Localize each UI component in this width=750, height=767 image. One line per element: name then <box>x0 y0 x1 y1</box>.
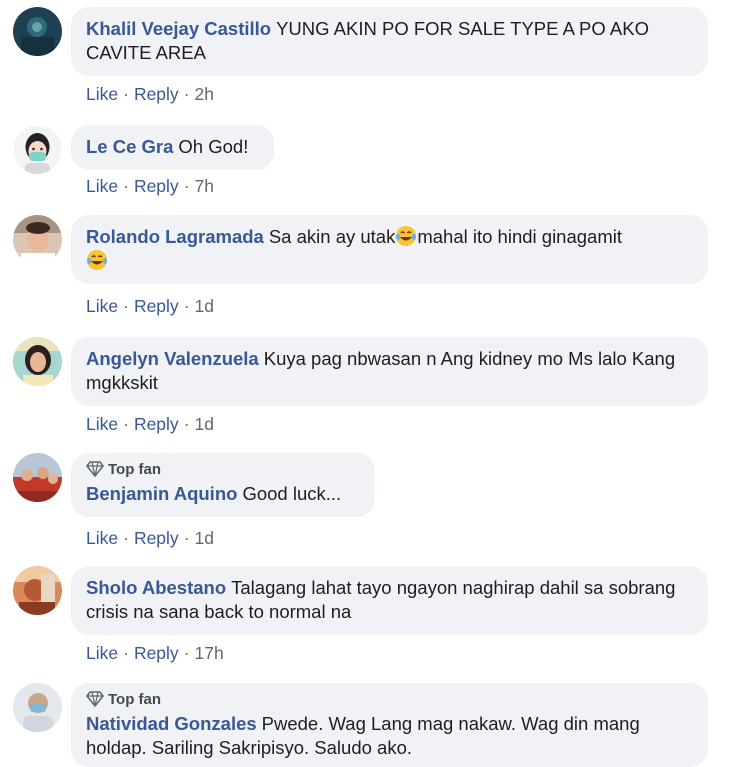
timestamp[interactable]: 17h <box>195 643 224 663</box>
timestamp[interactable]: 1d <box>195 528 214 548</box>
separator: · <box>183 84 190 104</box>
separator: · <box>123 296 129 316</box>
avatar[interactable] <box>13 683 62 732</box>
reply-button[interactable]: Reply <box>134 528 179 548</box>
comment-bubble: Rolando Lagramada Sa akin ay utak mahal it… <box>71 215 708 284</box>
timestamp[interactable]: 7h <box>195 176 214 196</box>
comment-text: Good luck... <box>242 483 342 504</box>
like-button[interactable]: Like <box>86 414 118 434</box>
comment-author[interactable]: Rolando Lagramada <box>86 226 264 247</box>
separator: · <box>123 528 129 548</box>
comment-author[interactable]: Angelyn Valenzuela <box>86 348 259 369</box>
comment-text-continued: mahal ito hindi ginagamit <box>417 226 622 247</box>
separator: · <box>183 414 190 434</box>
like-button[interactable]: Like <box>86 296 118 316</box>
comment-actions: Like · Reply · 7h <box>86 176 214 196</box>
avatar[interactable] <box>13 337 62 386</box>
reply-button[interactable]: Reply <box>134 643 179 663</box>
comment-text: Sa akin ay utak <box>268 226 396 247</box>
reply-button[interactable]: Reply <box>134 296 179 316</box>
diamond-icon <box>86 461 104 477</box>
timestamp[interactable]: 2h <box>195 84 214 104</box>
comment-bubble: Sholo Abestano Talagang lahat tayo ngayon… <box>71 566 708 635</box>
comment-bubble: Top fan Benjamin Aquino Good luck... <box>71 453 375 517</box>
profile-photo-woman-icon <box>13 337 62 386</box>
profile-photo-man-icon <box>13 215 62 264</box>
timestamp[interactable]: 1d <box>195 414 214 434</box>
avatar[interactable] <box>13 7 62 56</box>
avatar[interactable] <box>13 453 62 502</box>
comment-author[interactable]: Khalil Veejay Castillo <box>86 18 271 39</box>
comment-feed: Khalil Veejay Castillo YUNG AKIN PO FOR S… <box>0 0 750 767</box>
comment-author[interactable]: Sholo Abestano <box>86 577 226 598</box>
comment-bubble: Khalil Veejay Castillo YUNG AKIN PO FOR S… <box>71 7 708 76</box>
laughing-tears-emoji-icon <box>87 250 107 270</box>
avatar[interactable] <box>13 215 62 264</box>
comment-actions: Like · Reply · 1d <box>86 414 214 434</box>
reply-button[interactable]: Reply <box>134 84 179 104</box>
reply-button[interactable]: Reply <box>134 176 179 196</box>
separator: · <box>183 528 190 548</box>
like-button[interactable]: Like <box>86 84 118 104</box>
separator: · <box>123 84 129 104</box>
top-fan-badge: Top fan <box>86 691 693 709</box>
separator: · <box>183 643 190 663</box>
avatar[interactable] <box>13 125 62 174</box>
laughing-tears-emoji-icon <box>396 226 417 246</box>
like-button[interactable]: Like <box>86 176 118 196</box>
comment-actions: Like · Reply · 2h <box>86 84 214 104</box>
comment-bubble: Le Ce Gra Oh God! <box>71 125 274 170</box>
separator: · <box>123 414 129 434</box>
diamond-icon <box>86 691 104 707</box>
comment-author[interactable]: Le Ce Gra <box>86 136 173 157</box>
profile-photo-masked-icon <box>13 683 62 732</box>
top-fan-label: Top fan <box>108 691 162 708</box>
like-button[interactable]: Like <box>86 643 118 663</box>
profile-cartoon-girl-mask-icon <box>13 125 62 174</box>
comment-author[interactable]: Natividad Gonzales <box>86 713 257 734</box>
profile-photo-dark-blue-icon <box>13 7 62 56</box>
separator: · <box>183 296 190 316</box>
reply-button[interactable]: Reply <box>134 414 179 434</box>
top-fan-badge: Top fan <box>86 461 360 479</box>
avatar[interactable] <box>13 566 62 615</box>
comment-actions: Like · Reply · 1d <box>86 296 214 316</box>
profile-photo-warm-icon <box>13 566 62 615</box>
separator: · <box>123 176 129 196</box>
separator: · <box>123 643 129 663</box>
top-fan-label: Top fan <box>108 461 162 478</box>
comment-text: Oh God! <box>178 136 249 157</box>
comment-bubble: Top fan Natividad Gonzales Pwede. Wag Lang… <box>71 683 708 767</box>
like-button[interactable]: Like <box>86 528 118 548</box>
separator: · <box>183 176 190 196</box>
comment-author[interactable]: Benjamin Aquino <box>86 483 237 504</box>
timestamp[interactable]: 1d <box>195 296 214 316</box>
comment-actions: Like · Reply · 17h <box>86 643 224 663</box>
comment-bubble: Angelyn Valenzuela Kuya pag nbwasan n Ang… <box>71 337 708 406</box>
comment-actions: Like · Reply · 1d <box>86 528 214 548</box>
profile-photo-group-icon <box>13 453 62 502</box>
